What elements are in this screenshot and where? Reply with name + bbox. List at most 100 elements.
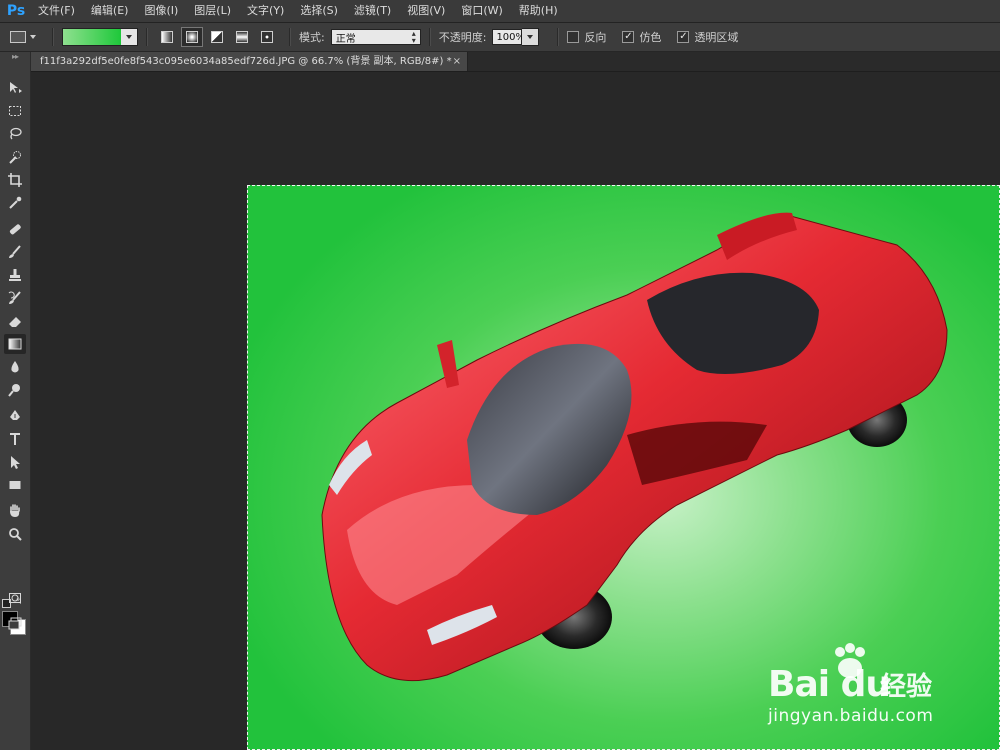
- opacity-field[interactable]: 100%: [492, 29, 525, 45]
- document-tab[interactable]: f11f3a292df5e0fe8f543c095e6034a85edf726d…: [31, 52, 468, 71]
- quick-mask-icon: [9, 593, 21, 603]
- radial-gradient-icon: [186, 31, 198, 43]
- screen-mode-icon: [8, 617, 22, 630]
- eraser-tool[interactable]: [4, 311, 26, 331]
- type-t-icon: [10, 433, 20, 445]
- angle-gradient-button[interactable]: [206, 27, 228, 47]
- diamond-gradient-icon: [261, 31, 273, 43]
- divider: [52, 28, 54, 46]
- options-bar: 模式: 正常 ▴ ▾ 不透明度: 100% 反向 ✓ 仿色 ✓ 透明区域: [0, 23, 1000, 52]
- transparency-checkbox-box[interactable]: ✓: [677, 31, 690, 43]
- dodge-tool[interactable]: [4, 380, 26, 400]
- crop-icon: [8, 173, 22, 187]
- blend-mode-select[interactable]: 正常 ▴ ▾: [330, 29, 421, 45]
- brush-tool[interactable]: [4, 242, 26, 262]
- gradient-icon: [8, 338, 22, 350]
- tool-preset-picker[interactable]: [10, 28, 44, 46]
- quick-selection-tool[interactable]: [4, 147, 26, 167]
- menu-image[interactable]: 图像(I): [136, 0, 186, 22]
- eyedropper-icon: [9, 196, 22, 209]
- dither-checkbox-box[interactable]: ✓: [622, 31, 635, 43]
- reverse-checkbox[interactable]: 反向: [567, 29, 612, 45]
- divider: [146, 28, 148, 46]
- magnifier-icon: [9, 528, 22, 541]
- chevron-down-icon: [30, 35, 36, 39]
- stamp-icon: [9, 269, 21, 281]
- opacity-label: 不透明度:: [438, 31, 487, 44]
- photoshop-logo: Ps: [6, 3, 26, 19]
- gradient-picker[interactable]: [62, 28, 138, 46]
- crop-tool[interactable]: [4, 170, 26, 190]
- pen-icon: [10, 410, 20, 420]
- dither-checkbox[interactable]: ✓ 仿色: [622, 29, 667, 45]
- marquee-tool[interactable]: [4, 101, 26, 121]
- document-tab-strip: f11f3a292df5e0fe8f543c095e6034a85edf726d…: [31, 52, 1000, 72]
- toolbox-grip-icon[interactable]: ▸▸: [0, 52, 30, 61]
- gradient-dropdown-button[interactable]: [121, 29, 137, 45]
- lasso-icon: [10, 127, 22, 140]
- water-drop-icon: [11, 361, 19, 373]
- close-icon[interactable]: ×: [453, 52, 461, 71]
- history-brush-tool[interactable]: [4, 288, 26, 308]
- pen-tool[interactable]: [4, 406, 26, 426]
- gradient-tool[interactable]: [4, 334, 26, 354]
- menu-edit[interactable]: 编辑(E): [83, 0, 137, 22]
- document-tab-title: f11f3a292df5e0fe8f543c095e6034a85edf726d…: [40, 56, 452, 67]
- opacity-slider-button[interactable]: [522, 28, 540, 46]
- divider: [557, 28, 560, 46]
- quick-selection-icon: [9, 151, 21, 164]
- linear-gradient-button[interactable]: [156, 27, 178, 47]
- arrow-cursor-icon: [11, 456, 20, 469]
- lasso-tool[interactable]: [4, 124, 26, 144]
- watermark-cn: 经验: [880, 672, 933, 702]
- path-selection-tool[interactable]: [4, 452, 26, 472]
- quick-mask-button[interactable]: [4, 588, 26, 608]
- menu-file[interactable]: 文件(F): [30, 0, 83, 22]
- move-icon: [10, 82, 22, 93]
- gradient-swatch[interactable]: [63, 29, 121, 45]
- radial-gradient-button[interactable]: [181, 27, 203, 47]
- brush-icon: [9, 245, 21, 258]
- clone-stamp-tool[interactable]: [4, 265, 26, 285]
- watermark-url: jingyan.baidu.com: [768, 706, 934, 726]
- move-tool[interactable]: [4, 78, 26, 98]
- dodge-icon: [8, 384, 20, 397]
- zoom-tool[interactable]: [4, 524, 26, 544]
- baidu-jingyan-watermark: Bai du 经验 jingyan.baidu.com: [760, 640, 990, 740]
- menu-type[interactable]: 文字(Y): [239, 0, 292, 22]
- divider: [289, 28, 291, 46]
- menu-view[interactable]: 视图(V): [399, 0, 453, 22]
- menu-layer[interactable]: 图层(L): [186, 0, 239, 22]
- hand-icon: [10, 504, 20, 517]
- watermark-brand: Bai du: [768, 664, 891, 705]
- dither-label: 仿色: [639, 31, 662, 44]
- divider: [428, 28, 431, 46]
- rectangle-shape-icon: [9, 481, 21, 489]
- diamond-gradient-button[interactable]: [256, 27, 278, 47]
- menu-filter[interactable]: 滤镜(T): [346, 0, 399, 22]
- transparency-checkbox[interactable]: ✓ 透明区域: [677, 29, 744, 45]
- blur-tool[interactable]: [4, 357, 26, 377]
- tool-preset-icon: [10, 31, 26, 43]
- angle-gradient-icon: [211, 31, 223, 43]
- menu-help[interactable]: 帮助(H): [511, 0, 566, 22]
- reverse-checkbox-box[interactable]: [567, 31, 580, 43]
- eyedropper-tool[interactable]: [4, 193, 26, 213]
- hand-tool[interactable]: [4, 501, 26, 521]
- blend-mode-value: 正常: [335, 33, 356, 45]
- menu-bar: Ps 文件(F) 编辑(E) 图像(I) 图层(L) 文字(Y) 选择(S) 滤…: [0, 0, 1000, 23]
- screen-mode-button[interactable]: [4, 613, 26, 633]
- eraser-icon: [9, 317, 21, 327]
- type-tool[interactable]: [4, 429, 26, 449]
- updown-arrows-icon: ▴ ▾: [411, 29, 416, 45]
- linear-gradient-icon: [161, 31, 173, 43]
- reverse-label: 反向: [584, 31, 607, 44]
- mode-label: 模式:: [299, 31, 325, 44]
- rectangle-tool[interactable]: [4, 475, 26, 495]
- menu-select[interactable]: 选择(S): [292, 0, 346, 22]
- menu-window[interactable]: 窗口(W): [453, 0, 510, 22]
- reflected-gradient-button[interactable]: [231, 27, 253, 47]
- chevron-down-icon: [527, 35, 534, 39]
- chevron-down-icon: [126, 35, 132, 39]
- healing-brush-tool[interactable]: [4, 219, 26, 239]
